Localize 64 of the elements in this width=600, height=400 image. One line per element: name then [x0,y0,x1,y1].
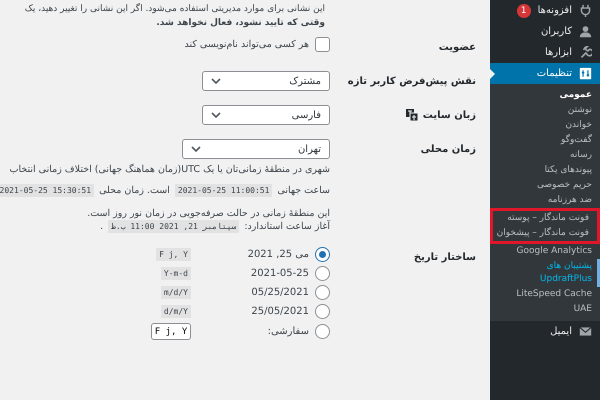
sidebar-item[interactable]: کاربران [490,21,600,42]
submenu-item[interactable]: حریم خصوصی [490,178,600,193]
dst-start-label: آغاز ساعت استاندارد: [244,221,330,232]
radio-button[interactable] [315,324,330,339]
submenu-item[interactable]: LiteSpeed Cache [490,287,600,302]
dst-note: این منطقهٔ زمانی در حالت صرفه‌جویی در زمان نور روز است. [87,208,330,219]
description-text: شهری در منطقهٔ زمانی‌تان یا یک UTC(زمان هماهنگ جهانی) اختلاف زمانی انتخاب [10,164,330,175]
chevron-icon [191,146,201,152]
dropdown[interactable]: تهران [182,139,330,159]
format-code: d/m/Y [160,305,191,318]
submenu-item[interactable]: فونت ماندگار – پوسته [490,208,600,226]
submenu-item[interactable]: عمومی [490,88,600,103]
submenu-item[interactable]: پیوندهای یکتا [490,163,600,178]
submenu-item[interactable]: فونت ماندگار – پیشخوان [490,226,600,244]
radio-label: می 25, 2021 [246,249,309,260]
submenu-item[interactable]: نوشتن [490,103,600,118]
radio-label: 2021-05-25 [250,268,309,279]
time-code: سپتامبر 21, 2021 11:00 ب.ظ [108,220,240,233]
sidebar-item[interactable]: ایمیل [490,321,600,342]
menu-icon [579,325,592,338]
radio-button[interactable] [315,285,330,300]
radio-button[interactable] [315,247,330,262]
setting-label: زمان محلی [420,144,476,154]
local-time-label: است. زمان محلی [99,185,170,196]
submenu-item[interactable]: ضد هرزنامه [490,193,600,208]
menu-icon [579,25,592,38]
submenu-item[interactable]: خواندن [490,118,600,133]
menu-icon [579,46,592,59]
submenu-item[interactable]: گفت‌وگو [490,133,600,148]
period-text: . [100,221,104,232]
translate-icon [406,109,418,121]
setting-label: نقش پیش‌فرض کاربر تازه [348,76,476,86]
chevron-icon [211,112,221,118]
time-code: 2021-05-25 15:30:51 [0,184,94,197]
menu-icon [579,4,592,17]
time-code: 2021-05-25 11:00:51 [174,184,272,197]
chevron-icon [211,78,221,84]
submenu-item[interactable]: Google Analytics [490,244,600,259]
submenu-item[interactable]: پشتیبان های UpdraftPlus [490,259,600,287]
sidebar-item[interactable]: ابزارها [490,42,600,63]
setting-label: زبان سایت [422,110,476,120]
radio-label: 05/25/2021 [250,287,309,298]
setting-label: عضویت [438,42,476,52]
radio-button[interactable] [315,266,330,281]
dropdown[interactable]: فارسی [202,105,330,125]
submenu-item[interactable]: رسانه [490,148,600,163]
utc-label: ساعت جهانی [277,185,330,196]
notice-text: این نشانی برای موارد مدیریتی استفاده می‌شود. اگر این نشانی را تغییر دهید، یک [24,2,325,16]
format-code: Y-m-d [160,267,191,280]
checkbox-label: هر کسی می‌تواند نام‌نویسی کند [184,39,309,50]
notice-text: وقتی که تایید نشود، فعال نخواهد شد. [155,17,325,30]
radio-button[interactable] [315,304,330,319]
menu-icon [579,67,592,80]
submenu-item[interactable]: UAE [490,302,600,317]
count-badge: 1 [516,4,531,18]
radio-label: 25/05/2021 [250,306,309,317]
dropdown[interactable]: مشترک [202,71,330,91]
radio-label: سفارشی: [266,326,309,337]
setting-label: ساختار تاریخ [414,252,476,262]
sidebar-item[interactable]: تنظیمات [490,63,600,84]
checkbox[interactable] [315,37,330,52]
custom-format-field[interactable]: F j, Y [151,323,191,340]
format-code: m/d/Y [160,286,191,299]
format-code: F j, Y [156,248,191,261]
